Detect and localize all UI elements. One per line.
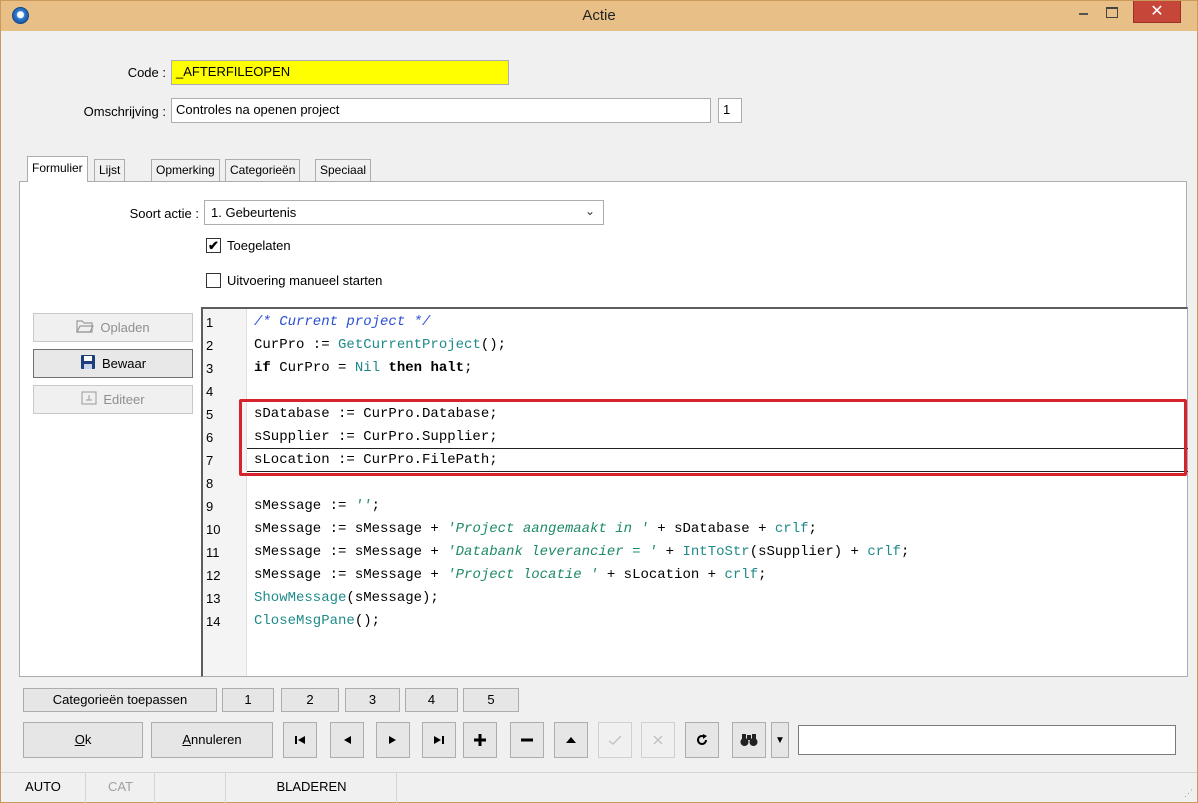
minimize-icon[interactable] <box>1071 1 1097 23</box>
description-label: Omschrijving : <box>83 104 166 119</box>
find-icon[interactable] <box>732 722 766 758</box>
close-icon[interactable]: ✕ <box>1133 1 1181 23</box>
code-line: sSupplier := CurPro.Supplier; <box>254 429 498 445</box>
code-line: CloseMsgPane(); <box>254 613 381 629</box>
editeer-button[interactable]: Editeer <box>33 385 193 414</box>
line-number: 14 <box>206 614 221 629</box>
line-number: 12 <box>206 568 221 583</box>
toegelaten-checkbox[interactable]: ✔ <box>206 238 221 253</box>
search-input[interactable] <box>798 725 1176 755</box>
code-line: sMessage := sMessage + 'Project aangemaa… <box>254 521 817 537</box>
line-number: 11 <box>206 545 220 560</box>
code-line: /* Current project */ <box>254 314 431 330</box>
chevron-down-icon[interactable]: ⌄ <box>585 204 595 218</box>
code-field[interactable]: _AFTERFILEOPEN <box>171 60 509 85</box>
category-5-button[interactable]: 5 <box>463 688 519 712</box>
action-window: Actie ✕ Code : _AFTERFILEOPEN Omschrijvi… <box>0 0 1198 803</box>
current-line-bottom-border <box>247 471 1188 472</box>
editeer-label: Editeer <box>103 392 145 407</box>
maximize-icon[interactable] <box>1099 1 1125 23</box>
cancel-button[interactable]: Annuleren <box>151 722 273 758</box>
post-icon[interactable] <box>598 722 632 758</box>
last-record-icon[interactable] <box>422 722 456 758</box>
folder-open-icon <box>76 319 95 336</box>
category-4-button[interactable]: 4 <box>405 688 458 712</box>
tab-categorieen[interactable]: Categorieën <box>225 159 301 181</box>
categories-apply-button[interactable]: Categorieën toepassen <box>23 688 217 712</box>
line-number: 13 <box>206 591 221 606</box>
ok-accelerator: O <box>74 732 85 747</box>
code-line: ShowMessage(sMessage); <box>254 590 439 606</box>
status-state: BLADEREN <box>227 773 397 803</box>
delete-record-icon[interactable] <box>510 722 544 758</box>
category-2-button[interactable]: 2 <box>281 688 339 712</box>
status-empty <box>156 773 226 803</box>
line-number: 6 <box>206 430 214 445</box>
code-line: CurPro := GetCurrentProject(); <box>254 337 507 353</box>
toegelaten-label[interactable]: Toegelaten <box>227 238 291 253</box>
tab-lijst[interactable]: Lijst <box>94 159 126 181</box>
soort-actie-select[interactable]: 1. Gebeurtenis ⌄ <box>204 200 604 225</box>
tab-formulier[interactable]: Formulier <box>27 156 88 182</box>
line-number: 2 <box>206 338 214 353</box>
opladen-label: Opladen <box>100 320 150 335</box>
current-line-top-border <box>247 448 1188 449</box>
bewaar-label: Bewaar <box>101 356 147 371</box>
code-line: sMessage := ''; <box>254 498 381 514</box>
next-record-icon[interactable] <box>376 722 410 758</box>
line-number: 10 <box>206 522 221 537</box>
status-bar: AUTO CAT BLADEREN ⋰ <box>1 772 1197 803</box>
ok-label: k <box>84 732 92 747</box>
cancel-edit-icon[interactable] <box>641 722 675 758</box>
code-line: if CurPro = Nil then halt; <box>254 360 473 376</box>
opladen-button[interactable]: Opladen <box>33 313 193 342</box>
code-label: Code : <box>127 65 166 80</box>
line-number-gutter: 1 2 3 4 5 6 7 8 9 10 11 12 13 14 <box>203 309 247 676</box>
title-bar[interactable]: Actie ✕ <box>1 1 1197 31</box>
line-number: 5 <box>206 407 214 422</box>
code-line: sDatabase := CurPro.Database; <box>254 406 498 422</box>
first-record-icon[interactable] <box>283 722 317 758</box>
cancel-accelerator: A <box>182 732 192 747</box>
line-number: 3 <box>206 361 214 376</box>
manueel-label[interactable]: Uitvoering manueel starten <box>227 273 382 288</box>
code-line: sMessage := sMessage + 'Databank leveran… <box>254 544 910 560</box>
line-number: 8 <box>206 476 214 491</box>
line-number: 7 <box>206 453 214 468</box>
refresh-icon[interactable] <box>685 722 719 758</box>
line-number: 4 <box>206 384 214 399</box>
window-title: Actie <box>582 7 616 24</box>
line-number: 9 <box>206 499 214 514</box>
bewaar-button[interactable]: Bewaar <box>33 349 193 378</box>
category-3-button[interactable]: 3 <box>345 688 400 712</box>
category-1-button[interactable]: 1 <box>222 688 274 712</box>
up-icon[interactable] <box>554 722 588 758</box>
save-disk-icon <box>80 354 96 373</box>
resize-grip-icon[interactable]: ⋰ <box>1184 788 1193 799</box>
code-line: sMessage := sMessage + 'Project locatie … <box>254 567 767 583</box>
soort-actie-value: 1. Gebeurtenis <box>211 205 297 220</box>
cancel-label: nnuleren <box>191 732 242 747</box>
line-number: 1 <box>206 315 214 330</box>
find-dropdown-icon[interactable]: ▼ <box>771 722 789 758</box>
status-cat: CAT <box>87 773 155 803</box>
ok-button[interactable]: Ok <box>23 722 143 758</box>
code-line: sLocation := CurPro.FilePath; <box>254 452 498 468</box>
code-editor[interactable]: 1 2 3 4 5 6 7 8 9 10 11 12 13 14 /* Curr… <box>201 307 1188 677</box>
description-field[interactable]: Controles na openen project <box>171 98 711 123</box>
tab-speciaal[interactable]: Speciaal <box>315 159 372 181</box>
soort-actie-label: Soort actie : <box>129 206 199 221</box>
status-mode: AUTO <box>1 773 86 803</box>
edit-icon <box>81 391 97 408</box>
description-counter: 1 <box>718 98 742 123</box>
prev-record-icon[interactable] <box>330 722 364 758</box>
add-record-icon[interactable] <box>463 722 497 758</box>
manueel-checkbox[interactable] <box>206 273 221 288</box>
tab-opmerking[interactable]: Opmerking <box>151 159 220 181</box>
